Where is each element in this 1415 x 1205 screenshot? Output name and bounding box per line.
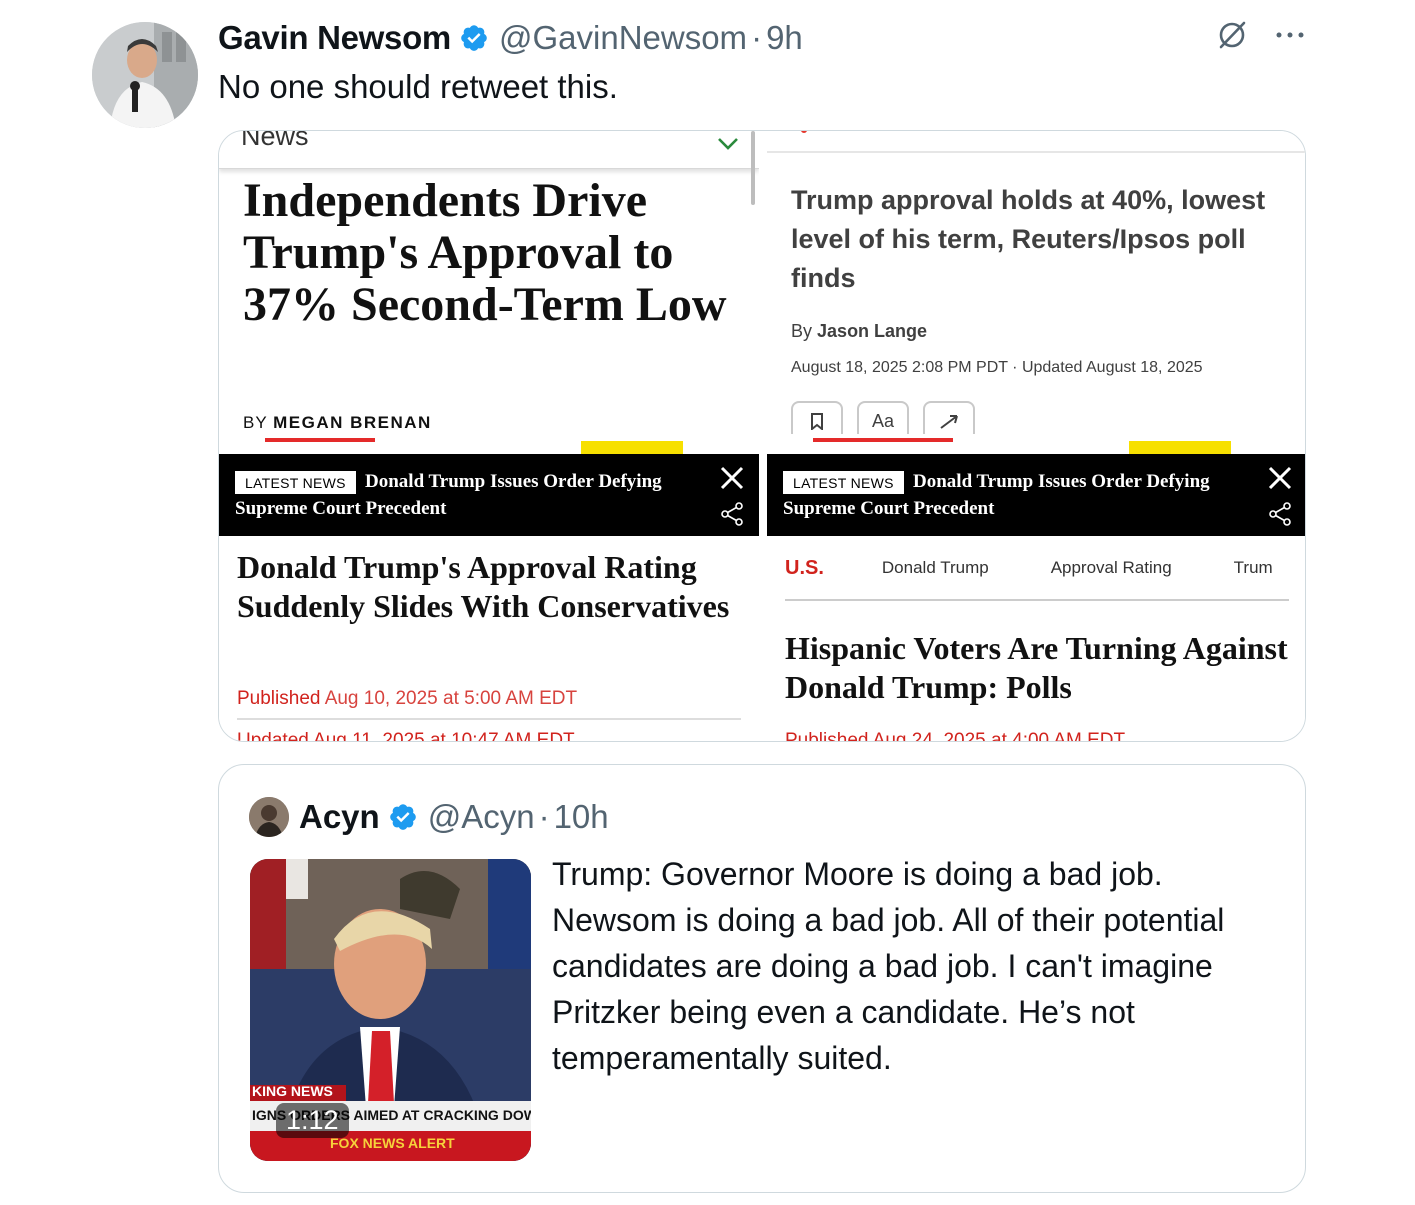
- share-button: [923, 401, 975, 434]
- share-icon: [1269, 502, 1291, 531]
- tag-item: Trum: [1233, 558, 1273, 577]
- gallup-byline-prefix: BY: [243, 413, 268, 432]
- ticker-top: KING NEWS: [252, 1083, 333, 1099]
- quoted-tweet[interactable]: Acyn @Acyn · 10h KING NEWS IGNS OR: [218, 764, 1306, 1193]
- latest-news-line1: Donald Trump Issues Order Defying: [913, 471, 1210, 492]
- font-size-button: Aa: [857, 401, 909, 434]
- newsweek-1-published: Published Aug 10, 2025 at 5:00 AM EDT: [237, 688, 577, 710]
- gallup-nav: News: [219, 131, 759, 169]
- quoted-author-name[interactable]: Acyn: [299, 798, 380, 836]
- close-icon: [1267, 464, 1293, 496]
- reuters-byline-author: Jason Lange: [817, 321, 928, 341]
- tweet-header: Gavin Newsom @GavinNewsom · 9h: [218, 16, 803, 60]
- latest-news-badge: LATEST NEWS: [235, 471, 356, 494]
- reuters-tools: Aa: [791, 401, 975, 434]
- media-image-newsweek-1[interactable]: LATEST NEWS Donald Trump Issues Order De…: [219, 454, 759, 742]
- published-label: Published: [237, 688, 321, 709]
- quoted-author-handle[interactable]: @Acyn: [428, 798, 535, 836]
- partial-red-text-right: [813, 438, 953, 442]
- tag-section: U.S.: [785, 556, 824, 579]
- newsweek-2-headline: Hispanic Voters Are Turning Against Dona…: [785, 630, 1288, 705]
- media-image-gallup[interactable]: News Independents Drive Trump's Approval…: [219, 131, 759, 434]
- yellow-highlight-left: [581, 441, 683, 455]
- latest-news-banner: LATEST NEWS Donald Trump Issues Order De…: [767, 454, 1305, 536]
- quoted-tweet-header: Acyn @Acyn · 10h: [299, 795, 609, 839]
- latest-news-line1: Donald Trump Issues Order Defying: [365, 471, 662, 492]
- newsweek-1-headline: Donald Trump's Approval Rating Suddenly …: [237, 549, 730, 624]
- tweet-text: No one should retweet this.: [218, 68, 618, 105]
- bookmark-button: [791, 401, 843, 434]
- latest-news-banner: LATEST NEWS Donald Trump Issues Order De…: [219, 454, 759, 536]
- gallup-headline: Independents Drive Trump's Approval to 3…: [243, 174, 727, 331]
- newsweek-tag-bar: U.S. Donald Trump Approval Rating Trum: [785, 554, 1289, 582]
- ticker-alert: FOX NEWS ALERT: [330, 1135, 455, 1151]
- quoted-author-avatar[interactable]: [249, 797, 289, 837]
- reuters-byline-prefix: By: [791, 321, 813, 341]
- meta-separator: ·: [751, 19, 763, 56]
- latest-news-badge: LATEST NEWS: [783, 471, 904, 494]
- media-image-newsweek-2[interactable]: LATEST NEWS Donald Trump Issues Order De…: [767, 454, 1305, 742]
- tweet-actions-top: [1217, 20, 1305, 50]
- gallup-nav-label: News: [241, 131, 309, 151]
- media-grid: News Independents Drive Trump's Approval…: [218, 130, 1306, 742]
- scrollbar: [751, 131, 755, 205]
- reuters-nav: [767, 131, 1305, 153]
- reuters-dateline: August 18, 2025 2:08 PM PDT · Updated Au…: [791, 359, 1203, 376]
- tag-item: Approval Rating: [1050, 558, 1172, 577]
- close-icon: [719, 464, 745, 496]
- grok-icon[interactable]: [1217, 20, 1247, 50]
- verified-badge-icon: [461, 25, 487, 51]
- author-handle[interactable]: @GavinNewsom: [499, 19, 747, 57]
- divider: [237, 718, 741, 720]
- latest-news-line2: Supreme Court Precedent: [783, 498, 995, 519]
- newsweek-2-published: Published Aug 24, 2025 at 4:00 AM EDT: [785, 730, 1126, 742]
- reuters-logo-fragment: [801, 131, 807, 133]
- tag-item: Donald Trump: [881, 558, 989, 577]
- reuters-byline: By Jason Lange: [791, 321, 927, 342]
- avatar-photo: [249, 797, 289, 837]
- reuters-headline: Trump approval holds at 40%, lowest leve…: [791, 185, 1266, 293]
- video-thumbnail[interactable]: KING NEWS IGNS ORDERS AIMED AT CRACKING …: [250, 859, 531, 1161]
- divider: [785, 599, 1289, 601]
- video-duration: 1:12: [276, 1103, 349, 1138]
- author-name[interactable]: Gavin Newsom: [218, 19, 451, 57]
- meta-separator: ·: [538, 798, 550, 835]
- media-image-reuters[interactable]: Trump approval holds at 40%, lowest leve…: [767, 131, 1305, 434]
- gallup-byline-author: MEGAN BRENAN: [273, 413, 432, 432]
- published-date: Aug 10, 2025 at 5:00 AM EDT: [324, 688, 578, 709]
- verified-badge-icon: [389, 804, 416, 830]
- author-avatar[interactable]: [92, 22, 198, 128]
- more-icon[interactable]: [1275, 30, 1305, 40]
- yellow-highlight-right: [1129, 441, 1231, 455]
- partial-red-text-left: [265, 438, 375, 442]
- newsweek-1-updated: Updated Aug 11, 2025 at 10:47 AM EDT: [237, 730, 575, 742]
- avatar-photo: [92, 22, 198, 128]
- quoted-tweet-text: Trump: Governor Moore is doing a bad job…: [552, 856, 1225, 1076]
- latest-news-line2: Supreme Court Precedent: [235, 498, 447, 519]
- chevron-down-icon: [717, 131, 739, 157]
- share-icon: [940, 415, 958, 429]
- quoted-timestamp: 10h: [553, 798, 609, 835]
- gallup-byline: BY MEGAN BRENAN: [243, 413, 432, 433]
- tweet-timestamp[interactable]: 9h: [766, 19, 803, 57]
- bookmark-icon: [811, 413, 823, 430]
- share-icon: [721, 502, 743, 531]
